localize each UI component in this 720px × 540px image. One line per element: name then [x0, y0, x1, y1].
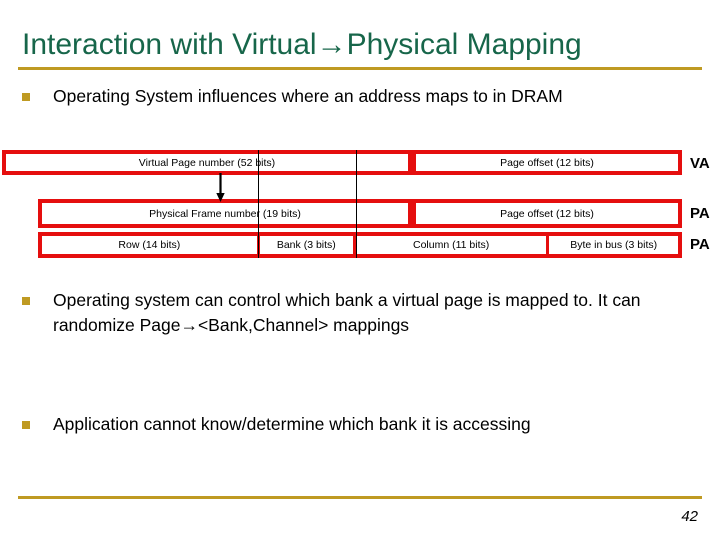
bullet-text: Operating System influences where an add… — [53, 86, 563, 106]
side-label-va: VA — [690, 155, 710, 172]
field-column: Column (11 bits) — [355, 236, 547, 254]
bullet-text: Operating system can control which bank … — [53, 290, 646, 335]
field-divider — [256, 236, 260, 254]
field-divider — [408, 154, 416, 171]
field-divider — [352, 236, 356, 254]
bullet-square-icon — [22, 421, 30, 429]
field-divider — [408, 203, 416, 224]
field-byte-in-bus: Byte in bus (3 bits) — [549, 236, 678, 254]
dram-address-row: Row (14 bits) Bank (3 bits) Column (11 b… — [38, 232, 682, 258]
side-label-pa-dram: PA — [690, 236, 710, 253]
page-title: Interaction with Virtual→Physical Mappin… — [22, 28, 582, 61]
page-number: 42 — [681, 508, 698, 525]
bullet-text: Application cannot know/determine which … — [53, 414, 531, 434]
footer-divider-rule — [18, 496, 702, 499]
title-divider-rule — [18, 67, 702, 70]
bullet-item: Operating System influences where an add… — [22, 84, 690, 109]
field-page-offset-pa: Page offset (12 bits) — [416, 203, 678, 224]
bullet-square-icon — [22, 297, 30, 305]
address-mapping-diagram: Virtual Page number (52 bits) Page offse… — [0, 0, 720, 540]
field-divider — [546, 236, 550, 254]
bullet-item: Operating system can control which bank … — [22, 288, 690, 338]
field-row: Row (14 bits) — [42, 236, 257, 254]
virtual-address-row: Virtual Page number (52 bits) Page offse… — [2, 150, 682, 175]
physical-address-row: Physical Frame number (19 bits) Page off… — [38, 199, 682, 228]
field-bank: Bank (3 bits) — [259, 236, 353, 254]
field-physical-frame-number: Physical Frame number (19 bits) — [42, 203, 408, 224]
field-page-offset-va: Page offset (12 bits) — [416, 154, 678, 171]
row-bank-guide-line — [258, 150, 259, 258]
bullet-item: Application cannot know/determine which … — [22, 412, 700, 437]
bullet-square-icon — [22, 93, 30, 101]
vpn-to-pfn-arrow — [216, 173, 225, 202]
field-virtual-page-number: Virtual Page number (52 bits) — [6, 154, 408, 171]
bank-column-guide-line — [356, 150, 357, 258]
side-label-pa-frame: PA — [690, 205, 710, 222]
